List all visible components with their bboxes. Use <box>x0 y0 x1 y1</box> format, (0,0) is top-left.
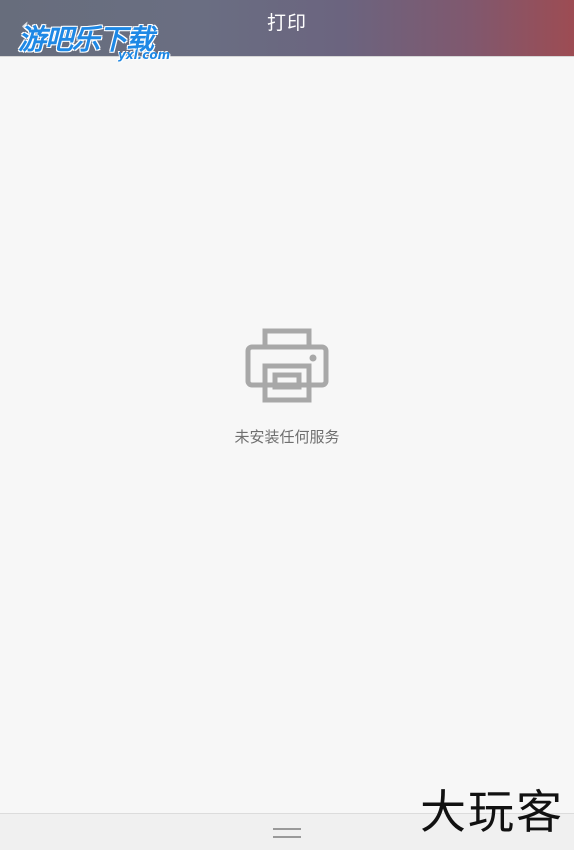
menu-icon[interactable] <box>273 828 301 842</box>
empty-message: 未安装任何服务 <box>234 428 340 446</box>
watermark-logo: 游吧乐下载 yxl.com <box>18 18 193 66</box>
empty-state: 未安装任何服务 <box>0 328 574 447</box>
watermark-logo-subtext: yxl.com <box>118 48 171 62</box>
printer-icon <box>245 328 329 403</box>
corner-watermark: 大玩客 <box>420 785 564 839</box>
